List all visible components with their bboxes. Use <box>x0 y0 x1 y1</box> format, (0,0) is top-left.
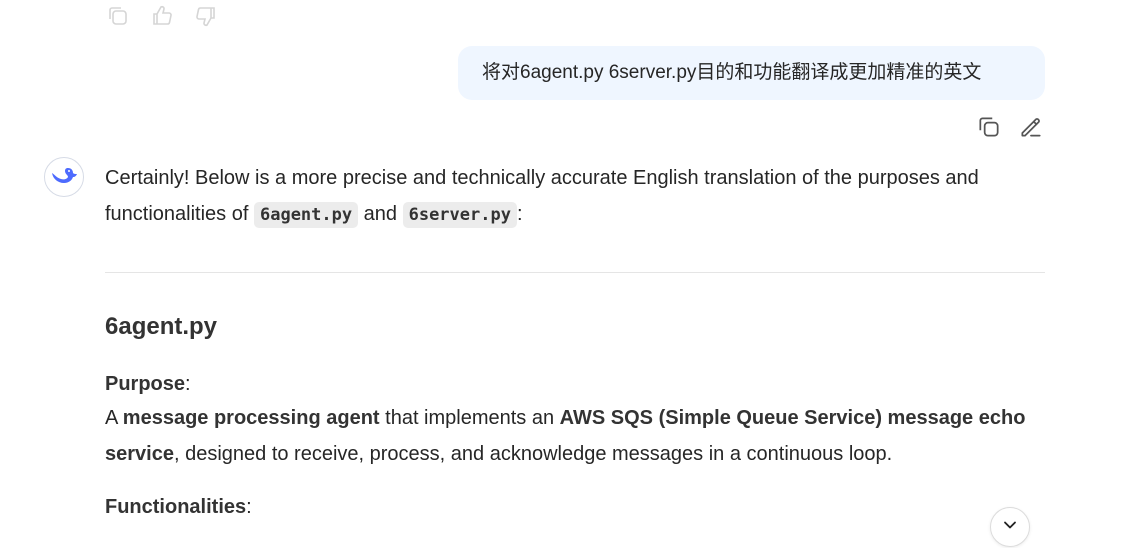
purpose-label-line: Purpose: <box>105 368 191 400</box>
copy-icon[interactable] <box>976 114 1002 140</box>
assistant-answer-intro: Certainly! Below is a more precise and t… <box>105 160 1045 233</box>
thumbs-up-icon[interactable] <box>150 4 174 28</box>
purpose-bold-1: message processing agent <box>122 407 380 429</box>
copy-icon[interactable] <box>106 4 130 28</box>
whale-logo-icon <box>50 164 78 191</box>
intro-and: and <box>358 203 403 225</box>
user-message-actions <box>976 114 1044 140</box>
functionalities-colon: : <box>246 496 252 518</box>
inline-code-agent: 6agent.py <box>253 202 359 228</box>
purpose-paragraph: A message processing agent that implemen… <box>105 400 1045 472</box>
chevron-down-icon <box>1000 515 1020 540</box>
purpose-text-2: that implements an <box>379 407 560 429</box>
user-message-bubble: 将对6agent.py 6server.py目的和功能翻译成更加精准的英文 <box>458 46 1045 100</box>
functionalities-label-line: Functionalities: <box>105 491 252 523</box>
purpose-label: Purpose <box>105 373 186 395</box>
purpose-text-3: , designed to receive, process, and ackn… <box>173 443 893 465</box>
horizontal-divider <box>105 272 1045 273</box>
functionalities-label: Functionalities <box>105 496 247 518</box>
intro-paragraph: Certainly! Below is a more precise and t… <box>105 160 1045 233</box>
section-heading: 6agent.py <box>105 313 218 340</box>
edit-icon[interactable] <box>1018 114 1044 140</box>
intro-text: Certainly! Below is a more precise and t… <box>105 167 979 225</box>
intro-colon: : <box>516 203 523 225</box>
purpose-colon: : <box>185 373 191 395</box>
purpose-text-1: A <box>105 407 123 429</box>
scroll-to-bottom-button[interactable] <box>990 507 1030 547</box>
chat-page: 将对6agent.py 6server.py目的和功能翻译成更加精准的英文 Ce… <box>0 0 1124 548</box>
thumbs-down-icon[interactable] <box>194 4 218 28</box>
inline-code-server: 6server.py <box>402 202 517 228</box>
previous-message-actions <box>106 4 218 28</box>
assistant-avatar <box>44 157 84 197</box>
